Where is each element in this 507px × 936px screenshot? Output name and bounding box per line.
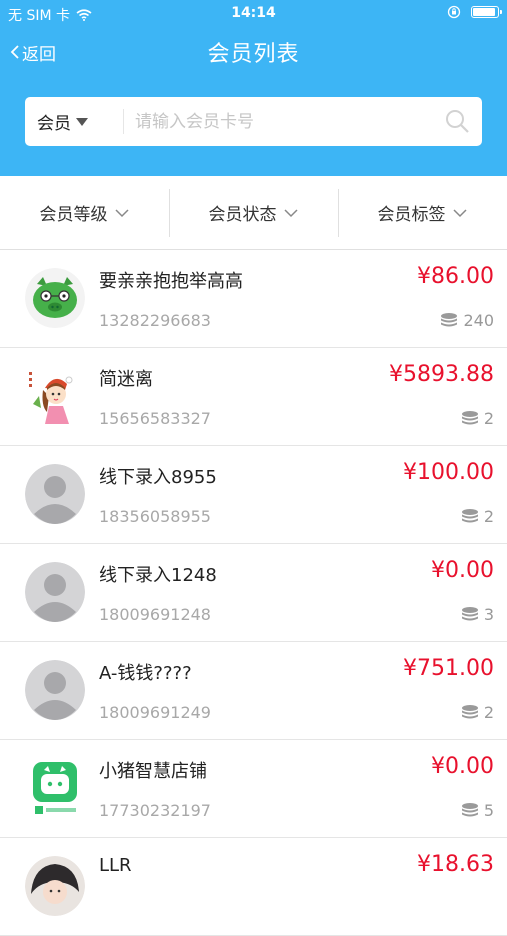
filter-member-level[interactable]: 会员等级	[0, 176, 169, 249]
filter-label: 会员等级	[39, 205, 108, 225]
member-phone: 18356058955	[99, 507, 211, 526]
member-phone: 17730232197	[99, 801, 211, 820]
status-right	[447, 5, 502, 19]
page-title: 会员列表	[207, 42, 300, 67]
member-points: 2	[460, 507, 494, 526]
member-row[interactable]: 线下录入1248 18009691248 ¥0.00 3	[0, 544, 507, 642]
coins-icon	[461, 802, 478, 816]
member-points: 3	[460, 605, 494, 624]
member-balance: ¥18.63	[417, 852, 494, 877]
filter-member-tag[interactable]: 会员标签	[338, 176, 507, 249]
member-balance: ¥0.00	[431, 754, 494, 779]
points-count: 2	[483, 703, 494, 722]
filter-label: 会员状态	[208, 205, 277, 225]
member-row[interactable]: 小猪智慧店铺 17730232197 ¥0.00 5	[0, 740, 507, 838]
orientation-lock-icon	[447, 5, 461, 19]
status-time: 14:14	[231, 5, 276, 21]
member-row[interactable]: 简迷离 15656583327 ¥5893.88 2	[0, 348, 507, 446]
member-points: 240	[439, 311, 494, 330]
member-balance: ¥100.00	[403, 460, 494, 485]
member-row[interactable]: A-钱钱???? 18009691249 ¥751.00 2	[0, 642, 507, 740]
member-name: 线下录入1248	[99, 565, 217, 586]
cartoon-girl-avatar-icon	[25, 366, 85, 426]
member-row[interactable]: 要亲亲抱抱举高高 13282296683 ¥86.00 240	[0, 250, 507, 348]
member-phone: 15656583327	[99, 409, 211, 428]
member-row[interactable]: LLR ¥18.63	[0, 838, 507, 936]
member-points: 2	[460, 409, 494, 428]
triangle-down-icon	[76, 117, 88, 126]
search-divider	[123, 109, 124, 134]
default-avatar-icon	[25, 660, 85, 720]
member-balance: ¥86.00	[417, 264, 494, 289]
filter-label: 会员标签	[377, 205, 446, 225]
coins-icon	[461, 410, 478, 424]
search-icon[interactable]	[444, 108, 470, 134]
green-pig-avatar-icon	[25, 268, 85, 328]
member-points: 2	[460, 703, 494, 722]
coins-icon	[441, 312, 458, 326]
pig-shop-logo-avatar-icon	[25, 758, 85, 818]
member-row[interactable]: 线下录入8955 18356058955 ¥100.00 2	[0, 446, 507, 544]
member-points: 5	[460, 801, 494, 820]
member-balance: ¥5893.88	[389, 362, 494, 387]
member-list: 要亲亲抱抱举高高 13282296683 ¥86.00 240 简迷离 1565…	[0, 250, 507, 936]
member-name: 简迷离	[99, 369, 153, 390]
search-input[interactable]	[135, 107, 455, 136]
header: 无 SIM 卡 14:14 返回 会员列表 会员 请输入会员卡号	[0, 0, 507, 176]
search-type-label: 会员	[37, 114, 71, 134]
filter-bar: 会员等级 会员状态 会员标签	[0, 176, 507, 250]
filter-member-status[interactable]: 会员状态	[169, 176, 338, 249]
battery-icon	[471, 6, 502, 18]
default-avatar-icon	[25, 464, 85, 524]
member-name: 要亲亲抱抱举高高	[99, 271, 243, 292]
points-count: 3	[483, 605, 494, 624]
points-count: 2	[483, 507, 494, 526]
member-phone: 18009691248	[99, 605, 211, 624]
points-count: 5	[483, 801, 494, 820]
member-balance: ¥0.00	[431, 558, 494, 583]
member-name: 小猪智慧店铺	[99, 761, 207, 782]
default-avatar-icon	[25, 562, 85, 622]
coins-icon	[461, 606, 478, 620]
search-type-dropdown[interactable]: 会员	[37, 97, 88, 146]
member-name: A-钱钱????	[99, 663, 192, 684]
points-count: 240	[463, 311, 494, 330]
status-bar: 无 SIM 卡 14:14	[0, 0, 507, 28]
photo-avatar-icon	[25, 856, 85, 916]
member-name: 线下录入8955	[99, 467, 217, 488]
points-count: 2	[483, 409, 494, 428]
member-phone: 13282296683	[99, 311, 211, 330]
coins-icon	[461, 508, 478, 522]
chevron-down-icon	[452, 208, 467, 217]
coins-icon	[461, 704, 478, 718]
member-phone: 18009691249	[99, 703, 211, 722]
member-name: LLR	[99, 855, 132, 876]
chevron-down-icon	[283, 208, 298, 217]
chevron-down-icon	[114, 208, 129, 217]
member-balance: ¥751.00	[403, 656, 494, 681]
search-bar: 会员	[25, 97, 482, 146]
